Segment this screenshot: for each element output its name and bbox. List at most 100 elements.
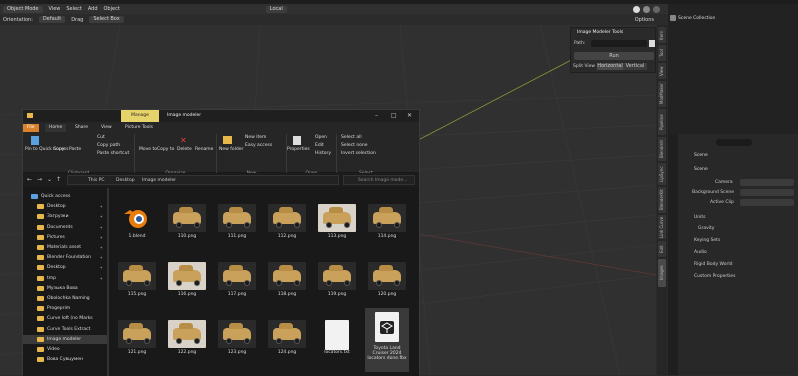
path-input[interactable] xyxy=(591,40,647,47)
nav-item[interactable]: Quick access xyxy=(23,192,107,201)
nav-item[interactable]: Музыка Вова xyxy=(23,284,107,293)
sidebar-tab-item[interactable]: Item xyxy=(658,27,666,43)
nav-item[interactable]: Desktop ✦ xyxy=(23,263,107,272)
move-to-button[interactable]: Move to xyxy=(139,147,157,152)
sidebar-tab-pipeline[interactable]: Pipeline xyxy=(658,109,666,135)
file-item[interactable]: 112.png xyxy=(265,200,309,254)
nav-item[interactable]: Image modeler xyxy=(23,334,107,344)
pin-icon[interactable]: ✦ xyxy=(100,276,103,281)
transform-orientation-dropdown[interactable]: Local xyxy=(265,5,287,13)
run-button[interactable]: Run xyxy=(574,52,654,60)
paste-shortcut-button[interactable]: Paste shortcut xyxy=(97,151,129,156)
tab-picture-tools[interactable]: Picture Tools xyxy=(121,124,157,132)
panel-units[interactable]: Units xyxy=(694,215,706,220)
new-item-button[interactable]: New item xyxy=(245,135,266,140)
menu-add[interactable]: Add xyxy=(88,6,98,12)
nav-item[interactable]: Blender Foundation ✦ xyxy=(23,253,107,262)
split-horizontal-button[interactable]: Horizontal xyxy=(597,63,623,70)
breadcrumb-image-modeler[interactable]: Image modeler xyxy=(142,178,176,183)
nav-item[interactable]: Загрузки ✦ xyxy=(23,212,107,221)
file-item[interactable]: 123.png xyxy=(215,316,259,370)
nav-item[interactable]: Obolochka Naming xyxy=(23,294,107,303)
scene-collection-label[interactable]: Scene Collection xyxy=(678,16,715,21)
search-box[interactable]: Search Image mode... xyxy=(343,175,415,185)
file-item[interactable]: 1.blend xyxy=(115,200,159,254)
recent-button[interactable]: ⌄ xyxy=(47,176,52,183)
select-all-button[interactable]: Select all xyxy=(341,135,362,140)
edit-button[interactable]: Edit xyxy=(315,143,324,148)
scene-section[interactable]: Scene xyxy=(694,167,708,172)
pin-icon[interactable]: ✦ xyxy=(100,214,103,219)
file-item[interactable]: 120.png xyxy=(365,258,409,312)
panel-custom-properties[interactable]: Custom Properties xyxy=(694,274,735,279)
active-clip-field[interactable] xyxy=(740,199,794,206)
nav-item[interactable]: Curve loft (no Marks xyxy=(23,314,107,323)
mode-dropdown[interactable]: Object Mode xyxy=(3,5,43,13)
shading-material-icon[interactable] xyxy=(643,5,650,13)
address-field[interactable]: This PC Desktop Image modeler xyxy=(67,175,339,185)
shading-rendered-icon[interactable] xyxy=(653,5,660,13)
easy-access-button[interactable]: Easy access xyxy=(245,143,272,148)
close-button[interactable]: ✕ xyxy=(407,112,412,119)
new-folder-button[interactable]: New folder xyxy=(219,147,243,152)
panel-audio[interactable]: Audio xyxy=(694,250,707,255)
nav-item[interactable]: Curve Tools Extract xyxy=(23,325,107,334)
back-button[interactable]: ← xyxy=(27,176,32,183)
delete-button[interactable]: Delete xyxy=(177,147,192,152)
file-item[interactable]: 124.png xyxy=(265,316,309,370)
copy-button[interactable]: Copy xyxy=(53,147,64,152)
history-button[interactable]: History xyxy=(315,151,331,156)
background-scene-field[interactable] xyxy=(740,189,794,196)
tab-share[interactable]: Share xyxy=(71,124,92,132)
nav-item[interactable]: Pictures ✦ xyxy=(23,233,107,242)
nav-item[interactable]: tmp ✦ xyxy=(23,274,107,283)
copy-path-button[interactable]: Copy path xyxy=(97,143,120,148)
file-item[interactable]: 122.png xyxy=(165,316,209,370)
properties-button[interactable]: Properties xyxy=(287,147,310,152)
cut-button[interactable]: Cut xyxy=(97,135,105,140)
open-button[interactable]: Open xyxy=(315,135,327,140)
pin-icon[interactable]: ✦ xyxy=(100,235,103,240)
panel-keying-sets[interactable]: Keying Sets xyxy=(694,238,720,243)
invert-selection-button[interactable]: Invert selection xyxy=(341,151,376,156)
pin-icon[interactable]: ✦ xyxy=(100,255,103,260)
nav-item[interactable]: Materials asset ✦ xyxy=(23,243,107,252)
file-item[interactable]: 114.png xyxy=(365,200,409,254)
pin-icon[interactable]: ✦ xyxy=(100,204,103,209)
sidebar-tab-link-curve[interactable]: Link Curve xyxy=(658,215,666,239)
breadcrumb-desktop[interactable]: Desktop xyxy=(116,178,135,183)
sidebar-tab-blenderkit[interactable]: BlenderKit xyxy=(658,187,666,213)
sidebar-tab-modmaker[interactable]: ModMaker xyxy=(658,81,666,107)
tab-file[interactable]: File xyxy=(23,124,39,132)
panel-gravity[interactable]: Gravity xyxy=(698,226,714,231)
tab-home[interactable]: Home xyxy=(45,124,67,132)
menu-select[interactable]: Select xyxy=(66,6,81,12)
pin-quick-access-button[interactable]: Pin to Quick access xyxy=(25,147,68,152)
file-item[interactable]: 111.png xyxy=(215,200,259,254)
shading-solid-icon[interactable] xyxy=(633,5,640,13)
sidebar-tab-lipsync[interactable]: LipSync xyxy=(658,163,666,185)
rename-button[interactable]: Rename xyxy=(195,147,213,152)
maximize-button[interactable]: □ xyxy=(391,112,397,119)
sidebar-tab-view[interactable]: View xyxy=(658,63,666,79)
menu-object[interactable]: Object xyxy=(104,6,120,12)
split-vertical-button[interactable]: Vertical xyxy=(623,63,647,70)
breadcrumb-this-pc[interactable]: This PC xyxy=(88,178,104,183)
nav-item[interactable]: Video xyxy=(23,345,107,354)
sidebar-tab-tool[interactable]: Tool xyxy=(658,45,666,61)
options-button[interactable]: Options xyxy=(635,17,654,23)
nav-item[interactable]: Progeprim xyxy=(23,304,107,313)
file-item[interactable]: 116.png xyxy=(165,258,209,312)
drag-dropdown[interactable]: Select Box xyxy=(89,16,124,23)
camera-field[interactable] xyxy=(740,179,794,186)
file-item[interactable]: 115.png xyxy=(115,258,159,312)
manage-tab[interactable]: Manage xyxy=(121,110,159,122)
sidebar-tab-images[interactable]: Images xyxy=(658,259,666,287)
tab-view[interactable]: View xyxy=(97,124,116,132)
copy-to-button[interactable]: Copy to xyxy=(157,147,174,152)
menu-view[interactable]: View xyxy=(49,6,61,12)
properties-search[interactable] xyxy=(716,139,752,146)
minimize-button[interactable]: – xyxy=(375,112,378,119)
file-item[interactable]: 121.png xyxy=(115,316,159,370)
orientation-dropdown[interactable]: Default xyxy=(38,16,66,23)
